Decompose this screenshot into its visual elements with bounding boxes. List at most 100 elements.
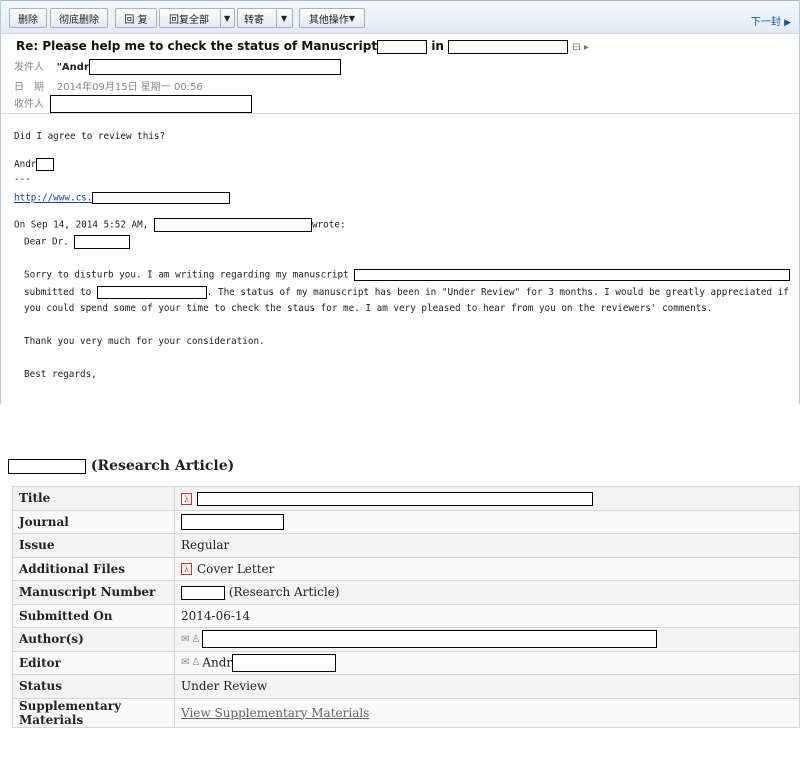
redacted-box <box>377 39 428 54</box>
redacted-box <box>153 218 312 232</box>
redacted-box <box>354 269 791 281</box>
table-row: Manuscript Number (Research Article) <box>12 580 800 605</box>
row-value[interactable]: λ Cover Letter <box>174 556 800 581</box>
from-value[interactable]: "Andr <box>57 62 89 73</box>
quote-text: . The status of my manuscript has been i… <box>206 287 789 298</box>
arrow-right-icon: ▶ <box>784 18 791 28</box>
signature-url[interactable]: http://www.cs. <box>14 192 231 204</box>
manuscript-type-text: (Research Article) <box>228 585 340 599</box>
person-icon[interactable]: ♙ <box>191 634 200 645</box>
row-label: Submitted On <box>12 603 175 628</box>
row-value: 2014-06-14 <box>174 603 800 628</box>
redacted-box <box>448 39 569 54</box>
row-value[interactable]: View Supplementary Materials <box>174 697 800 728</box>
row-label: Additional Files <box>12 556 175 581</box>
envelope-icon[interactable]: ✉ <box>181 657 189 668</box>
manuscript-heading: (Research Article) <box>8 458 234 474</box>
table-row: Status Under Review <box>12 674 800 699</box>
delete-label: 删除 <box>18 14 38 26</box>
to-label: 收件人 <box>14 99 44 110</box>
next-label: 下一封 <box>750 17 781 28</box>
signature-name-text: Andr <box>14 159 37 170</box>
table-row: Issue Regular <box>12 533 800 558</box>
row-value: ✉ ♙ <box>174 627 800 652</box>
person-icon[interactable]: ♙ <box>191 657 200 668</box>
row-value: λ <box>174 486 800 511</box>
row-label: Journal <box>12 509 175 534</box>
redacted-box <box>92 192 231 204</box>
table-row: Journal <box>12 509 800 534</box>
table-row: Title λ <box>12 486 800 511</box>
reply-all-label: 回复全部 <box>169 14 209 26</box>
row-label: Title <box>12 486 175 511</box>
table-row: Author(s) ✉ ♙ <box>12 627 800 652</box>
attribution-suffix: wrote: <box>311 219 346 231</box>
forward-button[interactable]: 转寄 ▼ <box>237 8 293 28</box>
row-label: Author(s) <box>12 627 175 652</box>
greeting-text: Dear Dr. <box>24 236 69 248</box>
reply-all-button[interactable]: 回复全部 ▼ <box>159 8 235 28</box>
pdf-icon[interactable]: λ <box>181 563 192 576</box>
table-row: Additional Files λ Cover Letter <box>12 556 800 581</box>
manuscript-panel: (Research Article) Title λ Journal Issue… <box>0 450 800 775</box>
quote-line: Sorry to disturb you. I am writing regar… <box>24 269 791 281</box>
quote-text: Sorry to disturb you. I am writing regar… <box>24 269 349 281</box>
row-value: Under Review <box>174 674 800 699</box>
redacted-box <box>74 235 131 249</box>
quote-line: you could spend some of your time to che… <box>24 303 713 314</box>
attribution-prefix: On Sep 14, 2014 5:52 AM, <box>14 219 149 231</box>
subject-text: Re: Please help me to check the status o… <box>16 39 378 53</box>
redacted-box <box>181 513 284 530</box>
reply-label: 回 复 <box>124 14 148 26</box>
cover-letter-link[interactable]: Cover Letter <box>197 562 274 576</box>
flag-icon[interactable]: ⊟ ▸ <box>572 42 589 53</box>
from-label: 发件人 <box>14 62 44 73</box>
email-toolbar: 删除 彻底删除 回 复 回复全部 ▼ 转寄 ▼ 其他操作 ▼ 下一封 ▶ <box>1 0 799 34</box>
envelope-icon[interactable]: ✉ <box>181 634 189 645</box>
split-divider <box>276 9 277 27</box>
supplementary-link[interactable]: View Supplementary Materials <box>181 706 369 720</box>
delete-permanently-label: 彻底删除 <box>59 14 99 26</box>
redacted-box <box>202 630 658 649</box>
row-value <box>174 509 800 534</box>
redacted-box <box>50 95 253 113</box>
row-value: ✉ ♙ Andr <box>174 650 800 675</box>
row-label: Manuscript Number <box>12 580 175 605</box>
next-message-link[interactable]: 下一封 ▶ <box>751 13 791 28</box>
redacted-box <box>181 585 225 600</box>
more-actions-label: 其他操作 <box>308 14 349 26</box>
url-link[interactable]: http://www.cs. <box>14 193 92 204</box>
row-value: Regular <box>174 533 800 558</box>
email-body: Did I agree to review this? Andr --- htt… <box>1 114 799 404</box>
to-row: 收件人 <box>14 95 253 113</box>
redacted-box <box>88 59 341 75</box>
more-actions-button[interactable]: 其他操作 ▼ <box>299 8 365 28</box>
email-header: Re: Please help me to check the status o… <box>1 34 799 114</box>
row-label: Supplementary Materials <box>12 697 175 728</box>
date-label: 日 期 <box>14 82 44 93</box>
chevron-down-icon: ▼ <box>348 13 356 23</box>
quote-attribution: On Sep 14, 2014 5:52 AM, wrote: <box>14 218 346 232</box>
redacted-box <box>8 458 86 474</box>
quote-text: submitted to <box>24 287 92 298</box>
row-label: Issue <box>12 533 175 558</box>
signature-name: Andr <box>14 158 55 171</box>
row-label: Editor <box>12 650 175 675</box>
reply-button[interactable]: 回 复 <box>115 8 157 28</box>
editor-name: Andr <box>202 655 233 670</box>
from-row: 发件人 "Andr <box>14 58 341 75</box>
email-viewer: 删除 彻底删除 回 复 回复全部 ▼ 转寄 ▼ 其他操作 ▼ 下一封 ▶ Re: … <box>0 0 800 404</box>
pdf-icon[interactable]: λ <box>181 492 192 505</box>
chevron-down-icon[interactable]: ▼ <box>281 14 287 23</box>
delete-permanently-button[interactable]: 彻底删除 <box>50 8 108 28</box>
redacted-box <box>96 286 207 299</box>
chevron-down-icon[interactable]: ▼ <box>224 14 230 23</box>
table-row: Supplementary Materials View Supplementa… <box>12 697 800 728</box>
quote-line: Thank you very much for your considerati… <box>24 336 265 347</box>
delete-button[interactable]: 删除 <box>9 8 47 28</box>
table-row: Editor ✉ ♙ Andr <box>12 650 800 675</box>
date-row: 日 期 2014年09月15日 星期一 00:56 <box>14 78 203 93</box>
row-value: (Research Article) <box>174 580 800 605</box>
quote-greeting: Dear Dr. <box>24 235 131 249</box>
manuscript-details-table: Title λ Journal Issue Regular Additional… <box>12 486 800 728</box>
